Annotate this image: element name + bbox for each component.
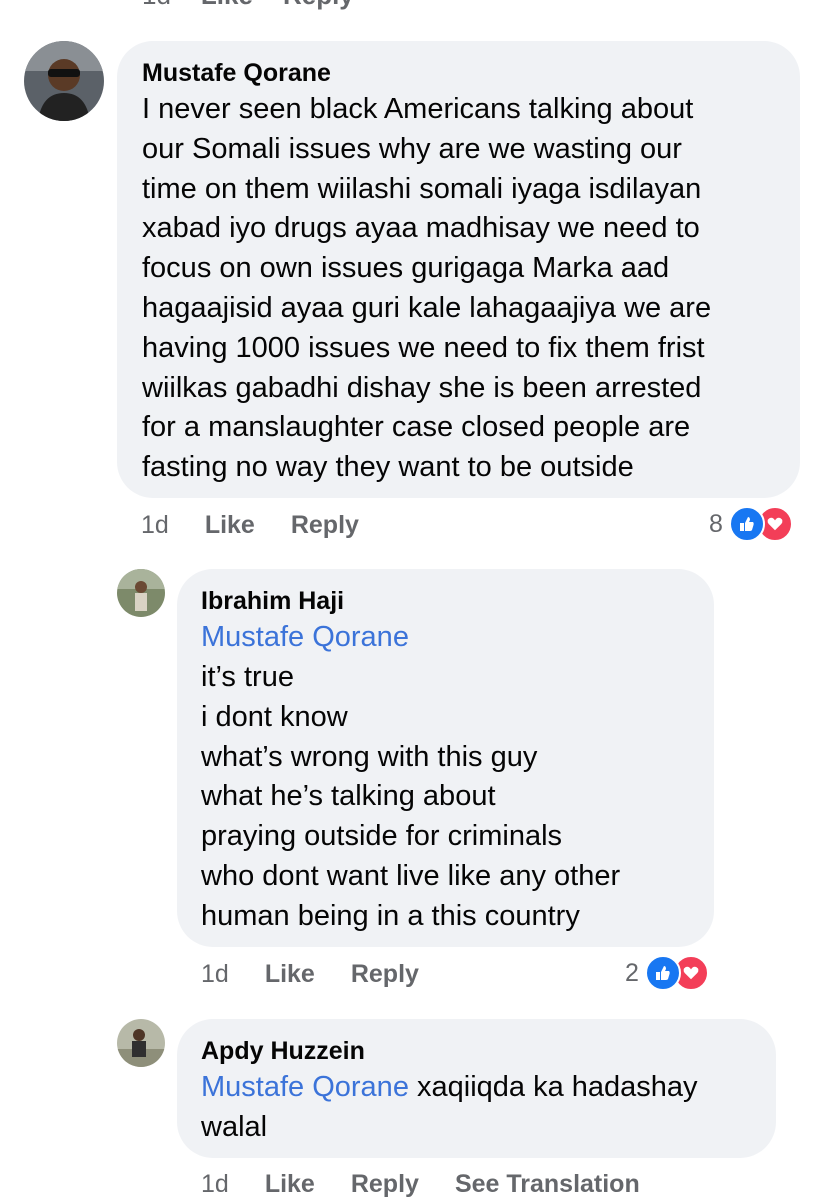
comment-time: 1d <box>141 510 169 539</box>
comment-text: I never seen black Americans talking abo… <box>142 93 712 484</box>
comment-time: 1d <box>201 959 229 988</box>
like-button[interactable]: Like <box>265 960 315 989</box>
reaction-summary[interactable]: 2 <box>625 955 709 991</box>
like-icon <box>644 955 681 991</box>
comment-time: 1d <box>201 1169 229 1198</box>
comment-text-inline: xaqiiqda ka hadashay <box>408 1071 698 1103</box>
comment-bubble: Mustafe Qorane I never seen black Americ… <box>117 41 800 498</box>
comment-meta: 1d Like Reply <box>201 956 455 992</box>
previous-reply-button[interactable]: Reply <box>283 0 354 11</box>
avatar[interactable] <box>24 41 104 121</box>
previous-comment-meta: 1d Like Reply <box>142 0 354 11</box>
comment-author[interactable]: Ibrahim Haji <box>201 586 344 616</box>
comment-text: it’s true i dont know what’s wrong with … <box>201 661 621 932</box>
like-button[interactable]: Like <box>205 511 255 540</box>
comment-author[interactable]: Apdy Huzzein <box>201 1036 365 1066</box>
reaction-summary[interactable]: 8 <box>709 506 793 542</box>
comment-text: Mustafe Qorane xaqiiqda ka hadashay walal <box>201 1068 771 1148</box>
mention-link[interactable]: Mustafe Qorane <box>201 618 409 658</box>
mention-link[interactable]: Mustafe Qorane <box>201 1071 409 1103</box>
reply-button[interactable]: Reply <box>291 511 359 540</box>
comment-meta: 1d Like Reply <box>141 507 395 543</box>
avatar[interactable] <box>117 1019 165 1067</box>
comment-bubble: Ibrahim Haji Mustafe Qorane it’s true i … <box>177 569 714 947</box>
reply-button[interactable]: Reply <box>351 960 419 989</box>
like-icon <box>728 506 765 542</box>
see-translation-button[interactable]: See Translation <box>455 1170 640 1199</box>
reaction-count: 8 <box>709 509 723 538</box>
comment-meta: 1d Like Reply See Translation <box>201 1166 676 1202</box>
previous-like-button[interactable]: Like <box>201 0 253 11</box>
avatar[interactable] <box>117 569 165 617</box>
reaction-count: 2 <box>625 958 639 987</box>
reply-button[interactable]: Reply <box>351 1170 419 1199</box>
comment-bubble: Apdy Huzzein Mustafe Qorane xaqiiqda ka … <box>177 1019 776 1158</box>
comment-author[interactable]: Mustafe Qorane <box>142 58 331 88</box>
previous-comment-time: 1d <box>142 0 171 11</box>
like-button[interactable]: Like <box>265 1170 315 1199</box>
comment-text-rest: walal <box>201 1110 268 1143</box>
